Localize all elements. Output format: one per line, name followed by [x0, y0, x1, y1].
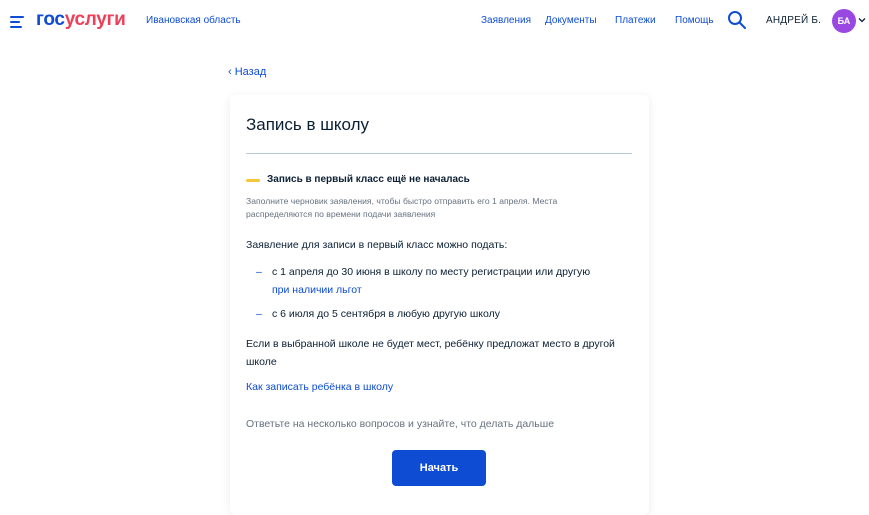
school-enrollment-card: Запись в школу Запись в первый класс ещё…: [230, 95, 649, 515]
divider: [246, 153, 632, 154]
gosuslugi-logo[interactable]: госуслуги: [36, 9, 126, 31]
list-item-text: с 1 апреля до 30 июня в школу по месту р…: [272, 263, 642, 299]
search-icon[interactable]: [727, 10, 747, 30]
top-header: госуслуги Ивановская область Заявления Д…: [0, 0, 869, 44]
status-indicator: [246, 179, 260, 182]
status-description: Заполните черновик заявления, чтобы быст…: [246, 196, 558, 219]
region-selector[interactable]: Ивановская область: [146, 15, 241, 26]
list-dash: –: [256, 308, 262, 320]
user-name[interactable]: АНДРЕЙ Б.: [766, 15, 821, 26]
back-link[interactable]: ‹ Назад: [228, 66, 266, 78]
benefits-link[interactable]: при наличии льгот: [272, 284, 362, 296]
list-dash: –: [256, 266, 262, 278]
list-item-text: с 6 июля до 5 сентября в любую другую шк…: [272, 308, 500, 320]
page-title: Запись в школу: [246, 115, 370, 134]
chevron-down-icon[interactable]: [858, 16, 866, 24]
intro-text: Заявление для записи в первый класс можн…: [246, 239, 508, 251]
status-title: Запись в первый класс ещё не началась: [267, 174, 470, 185]
note-text: Если в выбранной школе не будет мест, ре…: [246, 338, 615, 368]
howto-link[interactable]: Как записать ребёнка в школу: [246, 381, 393, 393]
nav-applications[interactable]: Заявления: [481, 15, 531, 26]
hint-text: Ответьте на несколько вопросов и узнайте…: [246, 418, 555, 430]
nav-payments[interactable]: Платежи: [615, 15, 656, 26]
nav-help[interactable]: Помощь: [675, 15, 714, 26]
menu-icon[interactable]: [10, 16, 24, 28]
nav-documents[interactable]: Документы: [545, 15, 597, 26]
start-button[interactable]: Начать: [392, 450, 486, 486]
list-item-text-main: с 1 апреля до 30 июня в школу по месту р…: [272, 266, 591, 278]
avatar[interactable]: БА: [832, 9, 856, 33]
logo-part-gos: гос: [36, 9, 65, 30]
logo-part-uslugi: услуги: [64, 9, 126, 30]
